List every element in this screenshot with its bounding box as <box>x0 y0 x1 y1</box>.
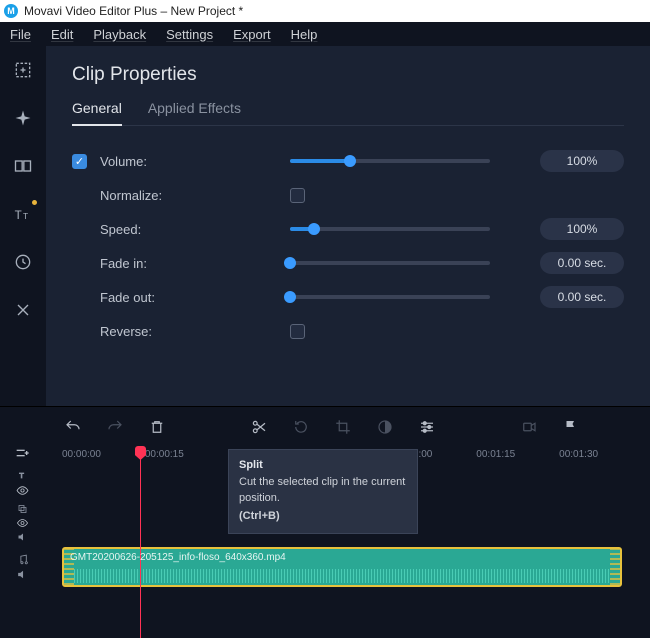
ruler-tick: 00:01:15 <box>476 449 515 460</box>
speaker-icon[interactable] <box>16 531 29 543</box>
crop-button[interactable] <box>332 416 354 438</box>
split-button[interactable] <box>248 416 270 438</box>
clip-properties-panel: Clip Properties General Applied Effects … <box>46 46 650 406</box>
main-row: TT Clip Properties General Applied Effec… <box>0 46 650 406</box>
timeline-toolbar <box>46 407 650 447</box>
volume-checkbox[interactable] <box>72 154 87 169</box>
delete-button[interactable] <box>146 416 168 438</box>
fadeout-label: Fade out: <box>100 290 180 305</box>
svg-text:T: T <box>23 211 28 221</box>
app-logo-icon: M <box>4 4 18 18</box>
sidebar-stickers[interactable] <box>7 246 39 278</box>
reverse-checkbox[interactable] <box>290 324 305 339</box>
ruler-tick: 00:01:30 <box>559 449 598 460</box>
normalize-checkbox[interactable] <box>290 188 305 203</box>
ruler-tick: 00:00:15 <box>145 449 184 460</box>
menu-file[interactable]: File <box>10 27 31 42</box>
menu-help[interactable]: Help <box>291 27 318 42</box>
svg-text:T: T <box>15 209 22 222</box>
tooltip-body: Cut the selected clip in the current pos… <box>239 475 407 507</box>
fadeout-slider[interactable] <box>290 295 490 299</box>
overlay-track-head <box>6 503 38 543</box>
tooltip-title: Split <box>239 458 407 474</box>
tab-applied-effects[interactable]: Applied Effects <box>148 100 241 125</box>
rotate-button[interactable] <box>290 416 312 438</box>
color-adjust-button[interactable] <box>374 416 396 438</box>
reverse-label: Reverse: <box>100 324 180 339</box>
menu-export[interactable]: Export <box>233 27 271 42</box>
window-titlebar: M Movavi Video Editor Plus – New Project… <box>0 0 650 22</box>
prop-speed-row: Speed: 100% <box>72 212 624 246</box>
playhead[interactable] <box>140 447 141 638</box>
redo-button[interactable] <box>104 416 126 438</box>
fadein-label: Fade in: <box>100 256 180 271</box>
tooltip-shortcut: (Ctrl+B) <box>239 509 407 525</box>
eye-icon[interactable] <box>16 517 29 529</box>
sidebar: TT <box>0 46 46 406</box>
speed-label: Speed: <box>100 222 180 237</box>
record-button[interactable] <box>518 416 540 438</box>
tab-general[interactable]: General <box>72 100 122 126</box>
fadein-value[interactable]: 0.00 sec. <box>540 252 624 274</box>
prop-volume-row: Volume: 100% <box>72 144 624 178</box>
prop-fadeout-row: Fade out: 0.00 sec. <box>72 280 624 314</box>
panel-tabs: General Applied Effects <box>72 100 624 126</box>
eye-icon[interactable] <box>16 484 29 497</box>
prop-normalize-row: Normalize: <box>72 178 624 212</box>
window-title: Movavi Video Editor Plus – New Project * <box>24 4 243 18</box>
speed-value[interactable]: 100% <box>540 218 624 240</box>
volume-label: Volume: <box>100 154 180 169</box>
sidebar-transitions[interactable] <box>7 150 39 182</box>
menu-settings[interactable]: Settings <box>166 27 213 42</box>
clip-handle-right[interactable] <box>610 549 620 585</box>
marker-button[interactable] <box>560 416 582 438</box>
prop-fadein-row: Fade in: 0.00 sec. <box>72 246 624 280</box>
speed-slider[interactable] <box>290 227 490 231</box>
sidebar-add-media[interactable] <box>7 54 39 86</box>
speaker-icon[interactable] <box>16 568 29 581</box>
fadein-slider[interactable] <box>290 261 490 265</box>
menu-bar: File Edit Playback Settings Export Help <box>0 22 650 46</box>
app-root: File Edit Playback Settings Export Help … <box>0 22 650 638</box>
fadeout-value[interactable]: 0.00 sec. <box>540 286 624 308</box>
video-track-head <box>6 543 38 591</box>
clip-properties-button[interactable] <box>416 416 438 438</box>
timeline[interactable]: 00:00:00 00:00:15 00:00:30 00:00:45 00:0… <box>46 447 650 638</box>
normalize-label: Normalize: <box>100 188 180 203</box>
split-tooltip: Split Cut the selected clip in the curre… <box>228 449 418 534</box>
undo-button[interactable] <box>62 416 84 438</box>
title-track-head: T <box>6 463 38 503</box>
notification-dot-icon <box>32 200 37 205</box>
music-icon <box>16 553 29 566</box>
timeline-area: 00:00:00 00:00:15 00:00:30 00:00:45 00:0… <box>0 406 650 638</box>
clip-filename: GMT20200626-205125_info-floso_640x360.mp… <box>70 552 286 563</box>
sidebar-titles[interactable]: TT <box>7 198 39 230</box>
svg-text:T: T <box>19 471 24 480</box>
video-track[interactable]: GMT20200626-205125_info-floso_640x360.mp… <box>46 543 650 591</box>
menu-playback[interactable]: Playback <box>93 27 146 42</box>
prop-reverse-row: Reverse: <box>72 314 624 348</box>
volume-slider[interactable] <box>290 159 490 163</box>
video-clip[interactable]: GMT20200626-205125_info-floso_640x360.mp… <box>62 547 622 587</box>
menu-edit[interactable]: Edit <box>51 27 73 42</box>
ruler-tick: 00:00:00 <box>62 449 101 460</box>
sidebar-more-tools[interactable] <box>7 294 39 326</box>
volume-value[interactable]: 100% <box>540 150 624 172</box>
panel-title: Clip Properties <box>72 64 624 86</box>
clip-waveform <box>74 569 610 583</box>
add-track-button[interactable] <box>6 442 38 464</box>
sidebar-filters[interactable] <box>7 102 39 134</box>
